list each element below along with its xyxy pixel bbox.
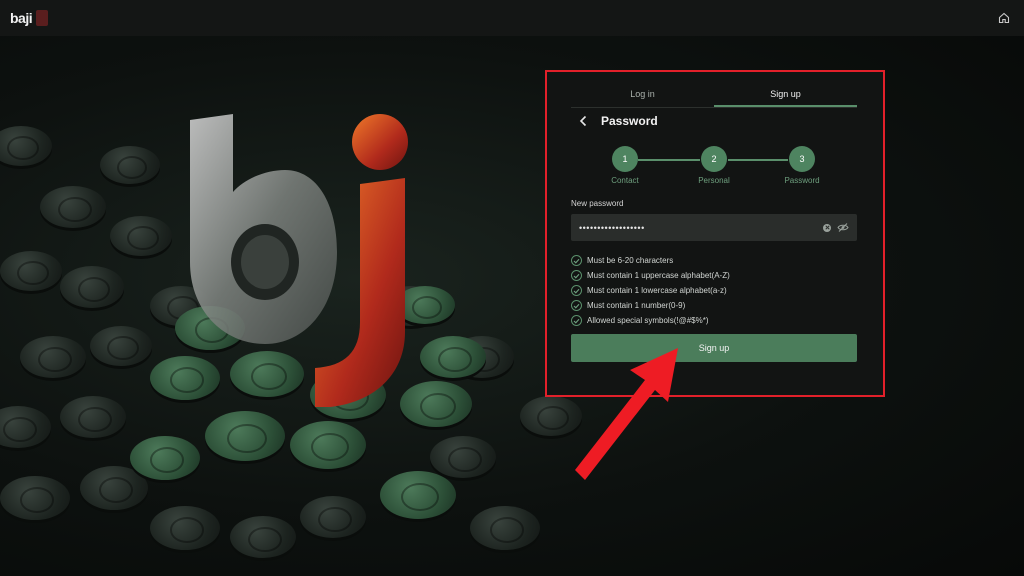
back-chevron-icon[interactable] [579, 114, 591, 128]
password-label: New password [571, 199, 624, 208]
tab-login[interactable]: Log in [571, 84, 714, 107]
tab-signup[interactable]: Sign up [714, 84, 857, 107]
rule-text: Must contain 1 uppercase alphabet(A-Z) [587, 271, 730, 280]
check-circle-icon [571, 270, 582, 281]
step-password: 3 Password [772, 146, 832, 185]
list-item: Must be 6-20 characters [571, 253, 730, 268]
check-circle-icon [571, 255, 582, 266]
step-label: Personal [698, 176, 730, 185]
clear-icon[interactable] [823, 223, 831, 232]
list-item: Must contain 1 number(0-9) [571, 298, 730, 313]
password-rules: Must be 6-20 characters Must contain 1 u… [571, 253, 730, 328]
rule-text: Must contain 1 lowercase alphabet(a-z) [587, 286, 727, 295]
step-label: Contact [611, 176, 639, 185]
logo-j-graphic [315, 114, 408, 407]
signup-button[interactable]: Sign up [571, 334, 857, 362]
rule-text: Must contain 1 number(0-9) [587, 301, 686, 310]
password-input[interactable] [579, 222, 823, 233]
list-item: Allowed special symbols(!@#$%*) [571, 313, 730, 328]
home-icon [998, 12, 1010, 24]
step-contact: 1 Contact [595, 146, 655, 185]
eye-off-icon[interactable] [837, 223, 849, 232]
logo-badge-icon [36, 10, 49, 26]
brand-logo[interactable]: baji [10, 10, 49, 26]
rule-text: Must be 6-20 characters [587, 256, 674, 265]
step-number: 2 [701, 146, 727, 172]
step-number: 1 [612, 146, 638, 172]
check-circle-icon [571, 285, 582, 296]
auth-tabs: Log in Sign up [571, 84, 857, 108]
password-field [571, 214, 857, 241]
step-personal: 2 Personal [684, 146, 744, 185]
step-label: Password [784, 176, 820, 185]
step-number: 3 [789, 146, 815, 172]
list-item: Must contain 1 uppercase alphabet(A-Z) [571, 268, 730, 283]
home-button[interactable] [994, 8, 1014, 28]
top-bar: baji [0, 0, 1024, 36]
page-title: Password [601, 114, 658, 128]
form-header: Password [579, 114, 658, 128]
rule-text: Allowed special symbols(!@#$%*) [587, 316, 709, 325]
signup-stepper: 1 Contact 2 Personal 3 Password [547, 146, 883, 190]
list-item: Must contain 1 lowercase alphabet(a-z) [571, 283, 730, 298]
signup-panel: Log in Sign up Password 1 Contact 2 Pers… [545, 70, 885, 397]
check-circle-icon [571, 300, 582, 311]
logo-text: baji [10, 10, 33, 26]
check-circle-icon [571, 315, 582, 326]
